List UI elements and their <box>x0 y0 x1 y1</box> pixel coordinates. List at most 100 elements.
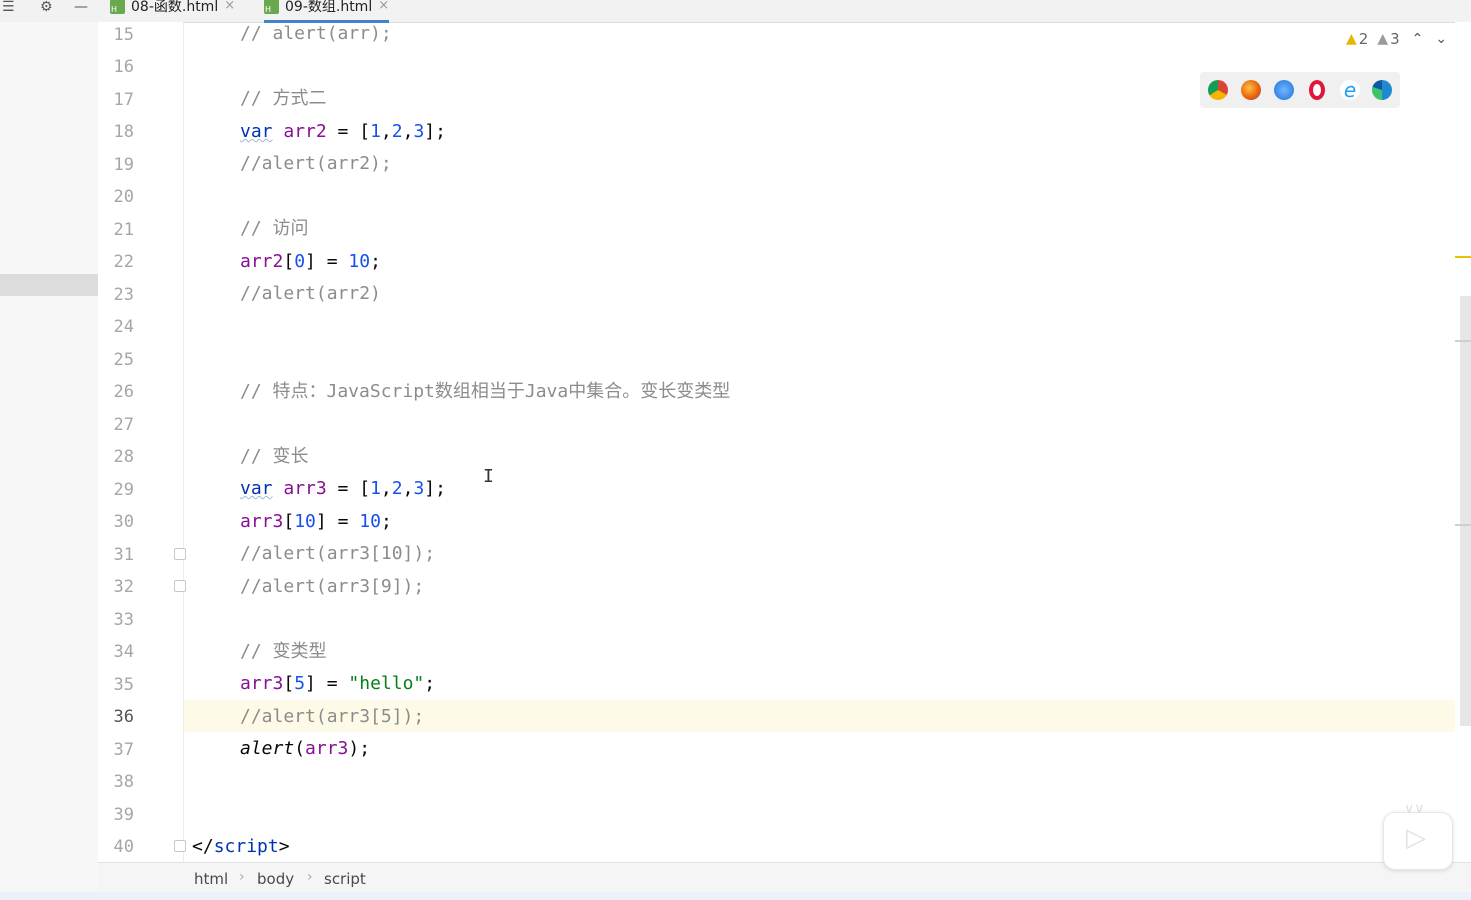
number: 10 <box>348 251 371 272</box>
line-number: 32 <box>113 577 134 597</box>
keyword: var <box>240 478 273 499</box>
line-number: 34 <box>113 642 134 662</box>
line-number: 39 <box>113 805 134 825</box>
keyword: var <box>240 121 273 142</box>
code-line-23[interactable]: //alert(arr2) <box>240 283 381 305</box>
chrome-icon[interactable] <box>1208 80 1228 100</box>
line-number: 15 <box>113 25 134 45</box>
weak-warning-count: 3 <box>1390 30 1400 48</box>
warning-stripe[interactable] <box>1455 256 1471 258</box>
code-line-19[interactable]: //alert(arr2); <box>240 153 392 175</box>
code-line-15[interactable]: // alert(arr); <box>240 23 392 45</box>
edge-icon[interactable] <box>1372 80 1392 100</box>
minimize-icon[interactable]: — <box>74 0 88 14</box>
inspection-widget[interactable]: ▲ 2 ▲ 3 ⌃ ⌄ <box>1346 30 1447 48</box>
close-icon[interactable]: × <box>224 0 235 12</box>
browser-preview-bar: e <box>1200 72 1400 108</box>
fold-marker[interactable] <box>174 580 186 592</box>
breadcrumb: html › body › script <box>98 862 1471 893</box>
ie-icon[interactable]: e <box>1340 80 1360 100</box>
line-number: 28 <box>113 447 134 467</box>
code-line-31[interactable]: //alert(arr3[10]); <box>240 543 435 565</box>
line-number: 16 <box>113 57 134 77</box>
safari-icon[interactable] <box>1274 80 1294 100</box>
html-file-icon: H <box>110 0 125 14</box>
number: 3 <box>413 478 425 499</box>
tab-08-functions[interactable]: H 08-函数.html × <box>110 0 235 20</box>
tag-close: > <box>278 836 290 857</box>
code-line-34[interactable]: // 变类型 <box>240 641 327 663</box>
left-strip-marker <box>0 274 98 296</box>
weak-warning-icon: ▲ <box>1377 31 1389 47</box>
function-call: alert <box>240 738 295 759</box>
line-number: 21 <box>113 220 134 240</box>
operator: = [ <box>326 121 371 142</box>
code-line-28[interactable]: // 变长 <box>240 446 309 468</box>
code-line-17[interactable]: // 方式二 <box>240 88 327 110</box>
variable: arr3 <box>305 738 349 759</box>
bottom-edge <box>0 892 1471 900</box>
line-number: 17 <box>113 90 134 110</box>
marker-stripe[interactable] <box>1455 340 1471 342</box>
line-number: 23 <box>113 285 134 305</box>
line-number: 31 <box>113 545 134 565</box>
chevron-right-icon: › <box>239 869 245 885</box>
code-line-21[interactable]: // 访问 <box>240 218 309 240</box>
line-number: 37 <box>113 740 134 760</box>
gear-icon[interactable]: ⚙ <box>40 0 53 14</box>
variable: arr3 <box>283 478 327 499</box>
fold-marker[interactable] <box>174 840 186 852</box>
left-panel-strip <box>0 22 98 900</box>
warning-icon: ▲ <box>1346 31 1357 47</box>
chevron-up-icon[interactable]: ⌃ <box>1412 31 1424 47</box>
fold-marker[interactable] <box>174 548 186 560</box>
string: "hello" <box>348 673 425 694</box>
line-number-gutter: 15 16 17 18 19 20 21 22 23 24 25 26 27 2… <box>98 22 186 862</box>
line-number: 19 <box>113 155 134 175</box>
marker-stripe[interactable] <box>1455 524 1471 526</box>
play-icon: ▷ <box>1406 823 1426 853</box>
line-number: 25 <box>113 350 134 370</box>
number: 10 <box>294 511 316 532</box>
line-number: 20 <box>113 187 134 207</box>
breadcrumb-html[interactable]: html <box>194 870 228 888</box>
line-number: 33 <box>113 610 134 630</box>
breadcrumb-body[interactable]: body <box>257 870 294 888</box>
code-line-37[interactable]: alert(arr3); <box>240 738 370 760</box>
breadcrumb-script[interactable]: script <box>324 870 366 888</box>
number: 1 <box>370 121 381 142</box>
i-beam-cursor-icon: I <box>483 466 494 487</box>
close-icon[interactable]: × <box>378 0 389 12</box>
line-number: 29 <box>113 480 134 500</box>
number: 2 <box>391 478 403 499</box>
number: 0 <box>294 251 306 272</box>
code-line-36[interactable]: //alert(arr3[5]); <box>240 706 424 728</box>
collapse-icon[interactable]: ☰ <box>2 0 15 14</box>
number: 5 <box>294 673 306 694</box>
line-number: 38 <box>113 772 134 792</box>
code-line-18[interactable]: var arr2 = [1,2,3]; <box>240 121 446 143</box>
line-number: 27 <box>113 415 134 435</box>
firefox-icon[interactable] <box>1241 80 1261 100</box>
tag-open: </ <box>192 836 214 857</box>
line-number: 30 <box>113 512 134 532</box>
code-line-30[interactable]: arr3[10] = 10; <box>240 511 392 533</box>
opera-icon[interactable] <box>1309 80 1325 100</box>
html-file-icon: H <box>264 0 279 14</box>
number: 1 <box>370 478 381 499</box>
video-play-button[interactable]: ∨∨ ▷ <box>1383 801 1453 870</box>
tab-label: 08-函数.html <box>131 0 219 15</box>
tab-09-arrays[interactable]: H 09-数组.html × <box>264 0 390 23</box>
code-line-32[interactable]: //alert(arr3[9]); <box>240 576 424 598</box>
code-line-29[interactable]: var arr3 = [1,2,3]; <box>240 478 446 500</box>
code-line-35[interactable]: arr3[5] = "hello"; <box>240 673 435 695</box>
code-line-26[interactable]: // 特点：JavaScript数组相当于Java中集合。变长变类型 <box>240 381 730 403</box>
variable: arr3 <box>240 511 284 532</box>
line-number: 24 <box>113 317 134 337</box>
code-line-22[interactable]: arr2[0] = 10; <box>240 251 381 273</box>
scrollbar-thumb[interactable] <box>1460 296 1471 726</box>
line-number: 18 <box>113 122 134 142</box>
chevron-down-icon[interactable]: ⌄ <box>1435 31 1447 47</box>
code-line-40[interactable]: </script> <box>192 836 290 858</box>
tab-label: 09-数组.html <box>285 0 373 15</box>
